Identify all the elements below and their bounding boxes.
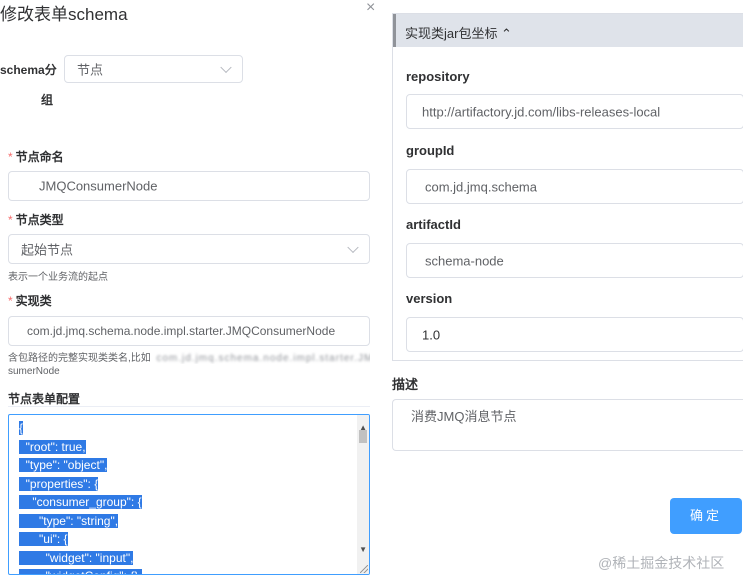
impl-class-value: com.jd.jmq.schema.node.impl.starter.JMQC… bbox=[27, 324, 336, 338]
repository-input[interactable]: http://artifactory.jd.com/libs-releases-… bbox=[406, 94, 743, 129]
group-select-value: 节点 bbox=[77, 62, 104, 78]
code-line-text: "consumer_group": { bbox=[19, 495, 142, 509]
required-mark: * bbox=[8, 213, 13, 227]
node-name-label-text: 节点命名 bbox=[15, 150, 64, 164]
version-label: version bbox=[406, 291, 453, 306]
repository-value: http://artifactory.jd.com/libs-releases-… bbox=[422, 104, 661, 119]
jar-panel-header[interactable]: 实现类jar包坐标 ⌃ bbox=[393, 14, 743, 47]
code-lines: { "root": true, "type": "object", "prope… bbox=[19, 419, 369, 574]
editor-scrollbar[interactable]: ▲ ▼ bbox=[357, 415, 369, 574]
scroll-thumb[interactable] bbox=[359, 430, 367, 443]
code-line-text: "root": true, bbox=[19, 439, 86, 454]
watermark: @稀土掘金技术社区 bbox=[598, 555, 725, 571]
code-line-text: "widgetConfig": {}, bbox=[19, 569, 142, 574]
repository-label: repository bbox=[406, 69, 470, 84]
group-select[interactable]: 节点 bbox=[64, 55, 243, 83]
description-textarea[interactable]: 消费JMQ消息节点 bbox=[392, 399, 743, 451]
dialog-title: 修改表单schema bbox=[0, 5, 128, 24]
impl-class-hint: 含包路径的完整实现类类名,比如 com.jd.jmq.schema.node.i… bbox=[8, 349, 370, 364]
node-name-value: JMQConsumerNode bbox=[39, 178, 158, 194]
code-line-text: "type": "string", bbox=[19, 513, 119, 528]
groupid-input[interactable]: com.jd.jmq.schema bbox=[406, 169, 743, 204]
confirm-button[interactable]: 确定 bbox=[670, 498, 742, 534]
description-value: 消费JMQ消息节点 bbox=[411, 409, 517, 424]
code-line-text: "widget": "input", bbox=[19, 550, 134, 565]
node-name-label: * 节点命名 bbox=[8, 148, 64, 165]
node-type-label: * 节点类型 bbox=[8, 211, 64, 228]
impl-class-hint-text: 含包路径的完整实现类类名,比如 bbox=[8, 353, 151, 364]
groupid-value: com.jd.jmq.schema bbox=[425, 179, 537, 194]
code-line: "widget": "input", bbox=[19, 549, 369, 568]
form-config-editor[interactable]: { "root": true, "type": "object", "prope… bbox=[8, 414, 370, 575]
artifactid-value: schema-node bbox=[425, 253, 504, 268]
code-line: { bbox=[19, 419, 369, 438]
chevron-down-icon bbox=[347, 241, 359, 254]
code-line: "ui": { bbox=[19, 530, 369, 549]
code-line-text: { bbox=[19, 421, 24, 435]
version-input[interactable]: 1.0 bbox=[406, 317, 743, 352]
divider bbox=[8, 406, 370, 407]
jar-panel-title: 实现类jar包坐标 ⌃ bbox=[405, 26, 512, 41]
code-line-text: "type": "object", bbox=[19, 458, 108, 472]
resize-grip-icon[interactable] bbox=[360, 565, 368, 573]
node-type-value: 起始节点 bbox=[21, 242, 74, 258]
node-type-label-text: 节点类型 bbox=[15, 213, 64, 227]
artifactid-label: artifactId bbox=[406, 217, 461, 232]
node-type-select[interactable]: 起始节点 bbox=[8, 234, 370, 264]
chevron-down-icon bbox=[220, 61, 232, 74]
form-config-label: 节点表单配置 bbox=[8, 392, 81, 406]
code-line-text: "properties": { bbox=[19, 476, 99, 491]
groupid-label: groupId bbox=[406, 143, 455, 158]
required-mark: * bbox=[8, 150, 13, 164]
jar-panel: 实现类jar包坐标 ⌃ repository http://artifactor… bbox=[392, 13, 743, 361]
impl-class-hint-example: com.jd.jmq.schema.node.impl.starter.JMQC… bbox=[156, 353, 370, 364]
code-line: "type": "object", bbox=[19, 456, 369, 475]
scroll-down-icon[interactable]: ▼ bbox=[359, 541, 367, 560]
group-label-cont: 组 bbox=[41, 93, 54, 107]
impl-class-input[interactable]: com.jd.jmq.schema.node.impl.starter.JMQC… bbox=[8, 316, 370, 346]
code-line: "type": "string", bbox=[19, 512, 369, 531]
code-line-text: "ui": { bbox=[19, 532, 68, 546]
description-label: 描述 bbox=[392, 377, 419, 392]
node-type-hint: 表示一个业务流的起点 bbox=[8, 272, 108, 283]
code-line: "root": true, bbox=[19, 438, 369, 457]
impl-class-label: * 实现类 bbox=[8, 292, 52, 309]
impl-class-hint-cont: sumerNode bbox=[8, 366, 60, 377]
close-icon[interactable]: × bbox=[366, 0, 375, 16]
group-label: schema分 bbox=[0, 63, 57, 77]
required-mark: * bbox=[8, 294, 13, 308]
version-value: 1.0 bbox=[422, 327, 441, 342]
node-name-input[interactable]: JMQConsumerNode bbox=[8, 171, 370, 201]
code-line: "properties": { bbox=[19, 475, 369, 494]
impl-class-label-text: 实现类 bbox=[15, 294, 52, 308]
code-line: "consumer_group": { bbox=[19, 493, 369, 512]
code-line: "widgetConfig": {}, bbox=[19, 567, 369, 574]
artifactid-input[interactable]: schema-node bbox=[406, 243, 743, 278]
